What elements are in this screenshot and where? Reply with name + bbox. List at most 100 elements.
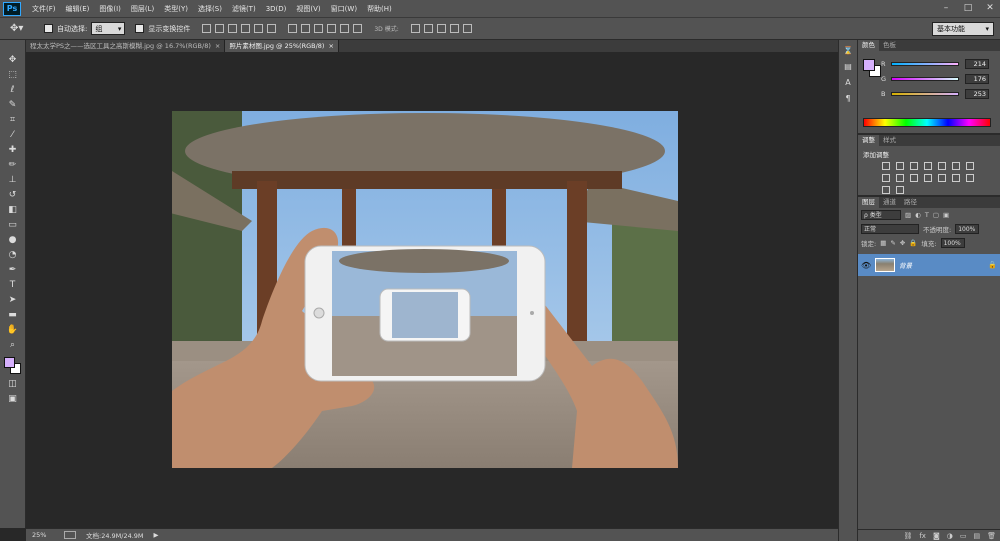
tab-document-1[interactable]: 程太太学PS之——选区工具之高斯模糊.jpg @ 16.7%(RGB/8) ×	[26, 40, 226, 52]
zoom-level[interactable]: 25%	[32, 531, 54, 539]
filter-shape-icon[interactable]: ▢	[933, 211, 939, 219]
show-transform-checkbox[interactable]	[135, 24, 145, 33]
exposure-icon[interactable]	[924, 162, 932, 170]
new-adjustment-icon[interactable]: ◑	[947, 532, 953, 540]
3d-drag-icon[interactable]	[436, 24, 446, 33]
opacity-input[interactable]: 100%	[955, 224, 980, 234]
color-balance-icon[interactable]	[966, 162, 974, 170]
crop-tool-icon[interactable]: ⌗	[6, 114, 20, 126]
3d-rotate-icon[interactable]	[410, 24, 420, 33]
history-icon[interactable]: ⌛	[843, 46, 853, 55]
layer-style-icon[interactable]: fx	[919, 532, 926, 540]
menu-filter[interactable]: 滤镜(T)	[227, 4, 261, 14]
blend-mode-dropdown[interactable]: 正常	[861, 224, 919, 234]
screen-mode-icon[interactable]: ▣	[6, 393, 20, 405]
red-value[interactable]: 214	[965, 59, 989, 69]
lock-move-icon[interactable]: ✥	[900, 239, 905, 247]
invert-icon[interactable]	[938, 174, 946, 182]
layer-name[interactable]: 背景	[899, 260, 984, 270]
auto-select-checkbox[interactable]	[44, 24, 53, 33]
lock-paint-icon[interactable]: ✎	[890, 239, 895, 247]
tab-swatches[interactable]: 色板	[879, 40, 900, 51]
close-tab-icon[interactable]: ×	[215, 40, 220, 52]
posterize-icon[interactable]	[952, 174, 960, 182]
menu-3d[interactable]: 3D(D)	[261, 5, 292, 13]
quick-mask-icon[interactable]: ◫	[6, 378, 20, 390]
blur-tool-icon[interactable]: ●	[6, 234, 20, 246]
menu-view[interactable]: 视图(V)	[291, 4, 325, 14]
align-top-icon[interactable]	[202, 24, 212, 33]
paragraph-icon[interactable]: ¶	[845, 94, 850, 103]
green-slider[interactable]	[891, 77, 959, 81]
shape-tool-icon[interactable]: ▬	[6, 309, 20, 321]
move-tool-preset-icon[interactable]: ✥▾	[10, 21, 34, 37]
hue-saturation-icon[interactable]	[952, 162, 960, 170]
menu-edit[interactable]: 编辑(E)	[61, 4, 95, 14]
menu-layer[interactable]: 图层(L)	[126, 4, 159, 14]
tab-channels[interactable]: 通道	[879, 197, 900, 208]
document-canvas[interactable]	[172, 111, 678, 468]
photo-filter-icon[interactable]	[896, 174, 904, 182]
fill-input[interactable]: 100%	[940, 238, 965, 248]
tab-layers[interactable]: 图层	[858, 197, 879, 208]
color-lookup-icon[interactable]	[924, 174, 932, 182]
threshold-icon[interactable]	[966, 174, 974, 182]
quick-select-tool-icon[interactable]: ✎	[6, 99, 20, 111]
status-menu-arrow-icon[interactable]: ▶	[154, 531, 159, 539]
menu-file[interactable]: 文件(F)	[27, 4, 61, 14]
new-layer-icon[interactable]: ▤	[973, 532, 980, 540]
brush-tool-icon[interactable]: ✏	[6, 159, 20, 171]
menu-select[interactable]: 选择(S)	[193, 4, 227, 14]
menu-window[interactable]: 窗口(W)	[326, 4, 362, 14]
maximize-icon[interactable]: □	[962, 2, 974, 14]
workspace-dropdown[interactable]: 基本功能 ▾	[932, 22, 994, 36]
layer-row[interactable]: 👁 背景 🔒	[858, 254, 1000, 276]
channel-mixer-icon[interactable]	[910, 174, 918, 182]
menu-image[interactable]: 图像(I)	[94, 4, 126, 14]
brightness-icon[interactable]	[882, 162, 890, 170]
close-tab-icon[interactable]: ×	[328, 40, 333, 52]
distribute-vcenter-icon[interactable]	[301, 24, 311, 33]
minimize-icon[interactable]: –	[940, 2, 952, 14]
properties-icon[interactable]: ▤	[844, 62, 852, 71]
tab-color[interactable]: 颜色	[858, 40, 879, 51]
distribute-top-icon[interactable]	[288, 24, 298, 33]
path-select-tool-icon[interactable]: ➤	[6, 294, 20, 306]
dodge-tool-icon[interactable]: ◔	[6, 249, 20, 261]
filter-pixel-icon[interactable]: ▨	[905, 211, 911, 219]
distribute-left-icon[interactable]	[327, 24, 337, 33]
type-tool-icon[interactable]: T	[6, 279, 20, 291]
foreground-color[interactable]	[3, 357, 15, 368]
hand-tool-icon[interactable]: ✋	[6, 324, 20, 336]
color-spectrum-bar[interactable]	[863, 118, 991, 127]
lock-all-icon[interactable]: 🔒	[909, 239, 917, 247]
tab-adjustments[interactable]: 调整	[858, 135, 879, 146]
marquee-tool-icon[interactable]: ⬚	[6, 69, 20, 81]
eraser-tool-icon[interactable]: ◧	[6, 204, 20, 216]
blue-slider[interactable]	[891, 92, 959, 96]
blue-value[interactable]: 253	[965, 89, 989, 99]
tab-paths[interactable]: 路径	[900, 197, 921, 208]
visibility-eye-icon[interactable]: 👁	[861, 261, 871, 270]
status-doc-icon[interactable]	[64, 531, 76, 539]
zoom-tool-icon[interactable]: ⌕	[6, 339, 20, 351]
lasso-tool-icon[interactable]: ℓ	[6, 84, 20, 96]
gradient-map-icon[interactable]	[882, 186, 890, 194]
align-vcenter-icon[interactable]	[215, 24, 225, 33]
clone-stamp-tool-icon[interactable]: ⊥	[6, 174, 20, 186]
tab-document-2[interactable]: 照片素材图.jpg @ 25%(RGB/8) ×	[225, 40, 339, 52]
distribute-bottom-icon[interactable]	[314, 24, 324, 33]
close-icon[interactable]: ✕	[984, 2, 996, 14]
layer-filter-dropdown[interactable]: ρ 类型	[861, 210, 901, 220]
levels-icon[interactable]	[896, 162, 904, 170]
vibrance-icon[interactable]	[938, 162, 946, 170]
filter-adjust-icon[interactable]: ◐	[915, 211, 921, 219]
character-icon[interactable]: A	[845, 78, 850, 87]
pen-tool-icon[interactable]: ✒	[6, 264, 20, 276]
new-group-icon[interactable]: ▭	[960, 532, 967, 540]
black-white-icon[interactable]	[882, 174, 890, 182]
healing-brush-tool-icon[interactable]: ✚	[6, 144, 20, 156]
tab-styles[interactable]: 样式	[879, 135, 900, 146]
distribute-hcenter-icon[interactable]	[340, 24, 350, 33]
curves-icon[interactable]	[910, 162, 918, 170]
